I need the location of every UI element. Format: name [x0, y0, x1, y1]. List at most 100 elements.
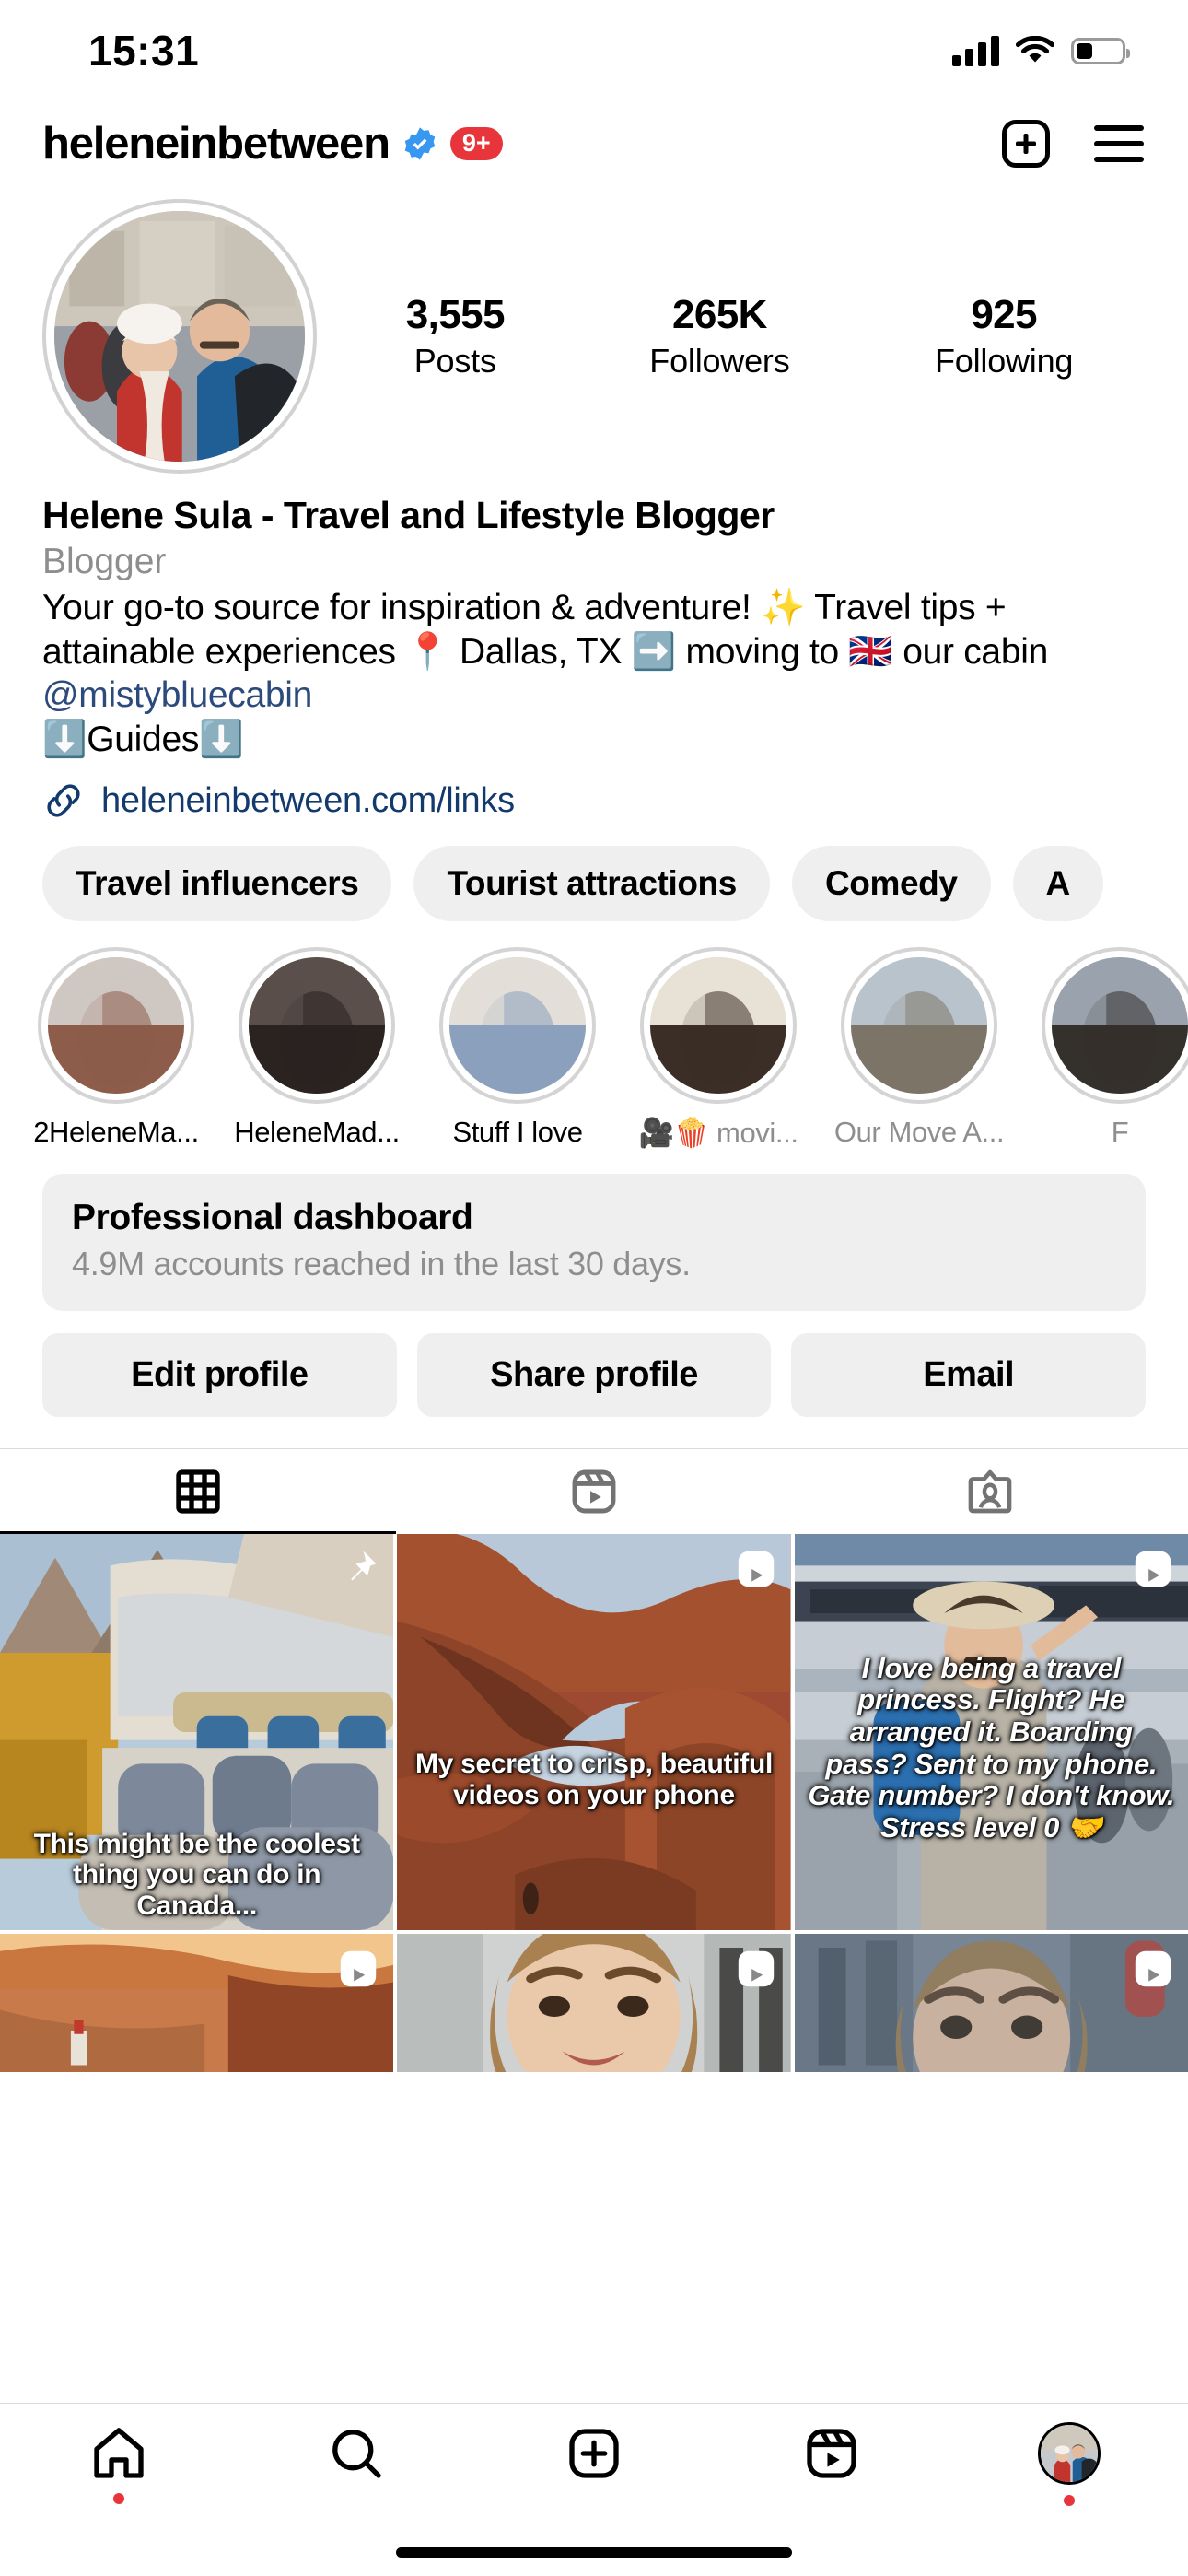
reels-icon — [1135, 1950, 1171, 1987]
post-thumbnail[interactable] — [0, 1934, 394, 2073]
stat-followers[interactable]: 265K Followers — [649, 292, 789, 381]
tab-grid[interactable] — [0, 1449, 396, 1535]
profile-summary: 3,555 Posts 265K Followers 925 Following — [0, 186, 1188, 474]
nav-search[interactable] — [238, 2404, 475, 2523]
tagged-icon — [968, 1469, 1012, 1514]
story-highlights[interactable]: 2HeleneMa... HeleneMad... Stuff I love 🎥🍿 m… — [0, 921, 1188, 1150]
username-label[interactable]: heleneinbetween — [42, 118, 390, 170]
highlight-cover — [1052, 957, 1188, 1095]
reels-icon — [738, 1950, 774, 1987]
notification-badge[interactable]: 9+ — [449, 127, 503, 160]
nav-home-dot — [113, 2492, 124, 2504]
nav-reels[interactable] — [713, 2404, 950, 2523]
profile-link-row[interactable]: heleneinbetween.com/links — [0, 761, 1188, 822]
plus-square-icon — [569, 2428, 619, 2478]
new-post-icon[interactable] — [1002, 120, 1050, 168]
highlight-ring — [38, 947, 194, 1105]
professional-dashboard-card[interactable]: Professional dashboard 4.9M accounts rea… — [42, 1174, 1146, 1312]
avatar-image — [54, 211, 305, 462]
username-group[interactable]: heleneinbetween 9+ — [42, 118, 503, 170]
highlight-label: Stuff I love — [452, 1116, 583, 1149]
highlight-item[interactable]: F — [1031, 947, 1188, 1150]
post-thumbnail[interactable] — [794, 1934, 1188, 2073]
highlight-ring — [439, 947, 596, 1105]
search-icon — [332, 2429, 381, 2478]
reels-icon — [807, 2428, 856, 2478]
avatar-icon — [1038, 2421, 1101, 2485]
bio-line-3: cabin — [963, 631, 1048, 672]
share-profile-button[interactable]: Share profile — [416, 1333, 772, 1418]
profile-avatar[interactable] — [42, 199, 317, 474]
profile-bio: Helene Sula - Travel and Lifestyle Blogg… — [0, 474, 1188, 761]
post-grid: This might be the coolest thing you can … — [0, 1534, 1188, 2073]
status-bar: 15:31 — [0, 0, 1188, 101]
stat-posts[interactable]: 3,555 Posts — [406, 292, 506, 381]
nav-search-dot — [351, 2493, 362, 2504]
highlight-label: HeleneMad... — [234, 1116, 400, 1149]
nav-profile[interactable] — [950, 2404, 1188, 2523]
stat-followers-label: Followers — [649, 342, 790, 380]
post-thumbnail[interactable]: My secret to crisp, beautiful videos on … — [397, 1534, 791, 1931]
email-button[interactable]: Email — [791, 1333, 1147, 1418]
tab-reels[interactable] — [396, 1449, 792, 1534]
post-thumbnail[interactable] — [397, 1934, 791, 2073]
highlight-item[interactable]: HeleneMad... — [228, 947, 405, 1150]
link-icon — [47, 784, 80, 817]
edit-profile-button[interactable]: Edit profile — [42, 1333, 397, 1418]
chip-partial[interactable]: A — [1012, 846, 1103, 922]
highlight-item[interactable]: Stuff I love — [429, 947, 606, 1150]
highlight-cover — [650, 957, 786, 1095]
tab-tagged[interactable] — [792, 1449, 1188, 1534]
reels-icon — [572, 1469, 616, 1514]
hamburger-menu-icon[interactable] — [1094, 125, 1144, 162]
status-time: 15:31 — [88, 27, 200, 75]
chip-tourist-attractions[interactable]: Tourist attractions — [413, 846, 770, 922]
highlight-item[interactable]: 🎥🍿 movi... — [630, 947, 807, 1150]
chip-travel-influencers[interactable]: Travel influencers — [42, 846, 392, 922]
cellular-signal-icon — [952, 35, 999, 66]
reels-icon — [738, 1551, 774, 1587]
dashboard-title: Professional dashboard — [72, 1198, 473, 1238]
post-caption: I love being a travel princess. Flight? … — [808, 1651, 1175, 1844]
nav-create[interactable] — [475, 2404, 713, 2523]
post-image — [0, 1934, 394, 2073]
bottom-navigation — [0, 2403, 1188, 2576]
wifi-icon — [1016, 36, 1054, 63]
highlight-label: 2HeleneMa... — [33, 1116, 199, 1149]
post-image — [794, 1934, 1188, 2073]
highlight-label: Our Move A... — [833, 1116, 1005, 1149]
profile-link-text[interactable]: heleneinbetween.com/links — [101, 781, 515, 821]
dashboard-subtitle: 4.9M accounts reached in the last 30 day… — [72, 1245, 691, 1283]
post-caption: This might be the coolest thing you can … — [33, 1828, 361, 1921]
bio-text: Your go-to source for inspiration & adve… — [42, 586, 1149, 761]
nav-create-dot — [588, 2493, 600, 2504]
nav-home[interactable] — [0, 2404, 238, 2523]
stat-followers-value: 265K — [672, 292, 767, 337]
highlight-item[interactable]: Our Move A... — [831, 947, 1007, 1150]
highlight-ring — [841, 947, 997, 1105]
display-name: Helene Sula - Travel and Lifestyle Blogg… — [42, 494, 775, 536]
reels-icon — [341, 1950, 377, 1987]
app-header: heleneinbetween 9+ — [0, 101, 1188, 186]
stat-following[interactable]: 925 Following — [935, 292, 1073, 381]
grid-icon — [176, 1469, 220, 1514]
stat-following-label: Following — [934, 342, 1074, 380]
post-image — [397, 1934, 791, 2073]
highlight-ring — [640, 947, 797, 1105]
pin-icon — [351, 1551, 377, 1581]
battery-icon — [1071, 37, 1130, 64]
content-tabs — [0, 1448, 1188, 1535]
chip-comedy[interactable]: Comedy — [791, 846, 991, 922]
status-indicators — [952, 35, 1130, 66]
nav-reels-dot — [826, 2493, 837, 2504]
highlight-item[interactable]: 2HeleneMa... — [28, 947, 204, 1150]
stat-following-value: 925 — [971, 292, 1037, 337]
post-thumbnail[interactable]: I love being a travel princess. Flight? … — [794, 1534, 1188, 1931]
category-chips[interactable]: Travel influencers Tourist attractions C… — [0, 822, 1188, 922]
bio-mention-link[interactable]: @mistybluecabin — [42, 675, 312, 715]
highlight-ring — [239, 947, 395, 1105]
bio-line-4: ⬇️Guides⬇️ — [42, 719, 244, 759]
post-thumbnail[interactable]: This might be the coolest thing you can … — [0, 1534, 394, 1931]
home-icon — [94, 2427, 144, 2478]
highlight-cover — [249, 957, 385, 1095]
